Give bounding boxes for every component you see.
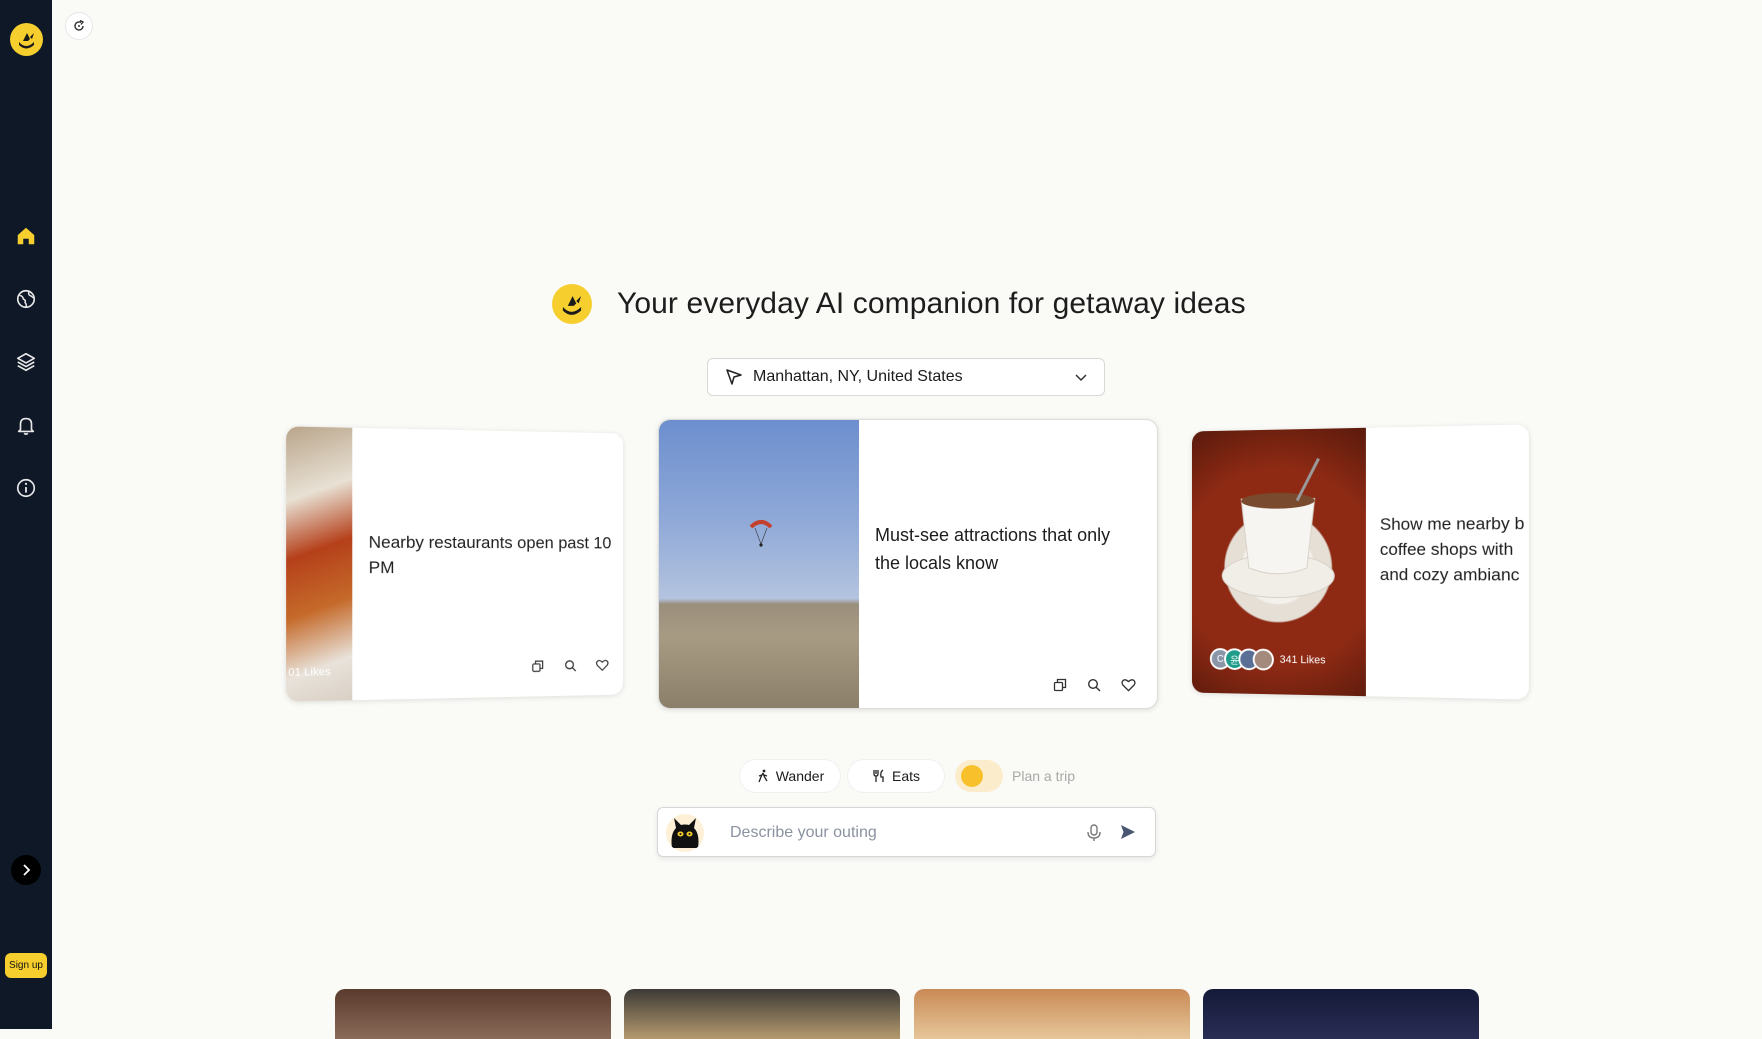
copy-button[interactable] [1051, 676, 1069, 694]
location-arrow-icon [725, 368, 743, 386]
card-likes: 341 Likes [1279, 653, 1326, 667]
feed-thumbnail[interactable] [335, 989, 611, 1039]
feed-thumbnail[interactable] [914, 989, 1190, 1039]
card-prompt-text: Nearby restaurants open past 10 PM [368, 532, 612, 578]
suggestion-card-right[interactable]: C 윤 341 Likes Show me nearby b coffee sh… [1191, 424, 1529, 700]
sidebar-item-about[interactable] [14, 476, 38, 500]
layers-icon [16, 352, 36, 372]
logo-icon [19, 33, 34, 49]
search-icon [564, 659, 576, 672]
feed-thumbnail[interactable] [1203, 989, 1479, 1039]
sidebar-item-home[interactable] [14, 224, 38, 248]
feed-thumbnail[interactable] [624, 989, 900, 1039]
plan-trip-label: Plan a trip [1012, 768, 1076, 784]
card-prompt-text: Show me nearby b coffee shops with and c… [1380, 511, 1529, 588]
chevron-down-icon [1074, 370, 1088, 384]
microphone-button[interactable] [1085, 823, 1103, 843]
sidebar-item-notifications[interactable] [14, 413, 38, 437]
hero-logo [552, 284, 592, 324]
heart-icon [1120, 679, 1136, 692]
home-icon [17, 227, 35, 245]
location-select[interactable]: Manhattan, NY, United States [707, 358, 1105, 396]
paraglider-image [749, 520, 773, 547]
copy-button[interactable] [529, 657, 546, 675]
globe-icon [16, 289, 36, 309]
microphone-icon [1087, 824, 1101, 841]
sidebar: Sign up [0, 0, 52, 1029]
card-image [659, 420, 859, 708]
utensils-icon [873, 769, 884, 782]
search-button[interactable] [561, 656, 578, 674]
prompt-bar [657, 807, 1156, 857]
card-likes: 01 Likes [288, 666, 331, 679]
cat-avatar-icon [671, 818, 699, 848]
copy-icon [1053, 678, 1067, 692]
expand-sidebar-button[interactable] [11, 855, 41, 885]
chevron-right-icon [23, 864, 31, 876]
like-button[interactable] [594, 656, 611, 674]
suggestion-card-center[interactable]: Must-see attractions that only the local… [658, 419, 1158, 709]
mode-wander-label: Wander [775, 768, 825, 784]
walking-icon [758, 769, 768, 783]
bell-icon [17, 417, 35, 435]
like-button[interactable] [1119, 676, 1137, 694]
send-button[interactable] [1119, 823, 1139, 843]
refresh-button[interactable] [65, 12, 93, 40]
app-logo[interactable] [10, 23, 43, 56]
assistant-avatar [666, 814, 704, 852]
search-button[interactable] [1085, 676, 1103, 694]
card-image [286, 426, 353, 702]
search-icon [1087, 678, 1101, 692]
suggestion-card-left[interactable]: 01 Likes Nearby restaurants open past 10… [286, 426, 624, 702]
sidebar-item-explore[interactable] [14, 287, 38, 311]
avatar [1252, 648, 1274, 671]
search-input[interactable] [728, 820, 1032, 846]
toggle-knob [961, 765, 983, 787]
card-prompt-text: Must-see attractions that only the local… [875, 525, 1111, 573]
hero: Your everyday AI companion for getaway i… [552, 284, 1246, 324]
mode-eats-label: Eats [891, 768, 920, 784]
info-icon [16, 478, 36, 498]
card-prompt-text-content: Show me nearby b coffee shops with and c… [1379, 513, 1525, 585]
logo-icon [562, 296, 582, 315]
send-icon [1121, 825, 1135, 839]
page-title: Your everyday AI companion for getaway i… [617, 287, 1246, 320]
sign-up-button[interactable]: Sign up [5, 953, 47, 978]
location-value: Manhattan, NY, United States [753, 368, 963, 385]
plan-trip-toggle[interactable] [955, 760, 1003, 792]
mode-eats-chip[interactable]: Eats [848, 760, 944, 792]
sidebar-item-collections[interactable] [14, 350, 38, 374]
refresh-icon [74, 19, 85, 31]
heart-icon [596, 658, 609, 671]
copy-icon [531, 659, 544, 672]
mode-wander-chip[interactable]: Wander [740, 760, 840, 792]
